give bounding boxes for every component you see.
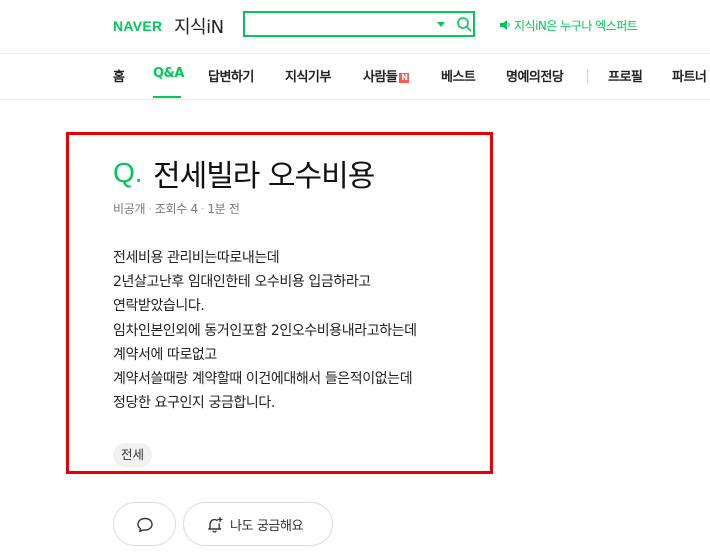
nav-item-donation[interactable]: 지식기부: [285, 66, 331, 85]
nav-item-qna[interactable]: Q&A: [153, 66, 184, 81]
comment-icon: [137, 517, 153, 532]
view-count: 조회수 4: [154, 202, 198, 216]
nav-item-hall-of-fame[interactable]: 명예의전당: [506, 66, 564, 85]
top-header: NAVER 지식iN 지식iN은 누구나 엑스퍼트: [0, 0, 710, 52]
me-too-curious-button[interactable]: 나도 궁금해요: [183, 502, 333, 546]
nav-item-people[interactable]: 사람들 N: [363, 66, 410, 85]
me-too-curious-label: 나도 궁금해요: [230, 519, 304, 534]
active-tab-indicator: [153, 96, 181, 98]
search-box: [243, 11, 475, 37]
bell-plus-icon: [208, 516, 223, 533]
question-body-line: 임차인본인외에 동거인포함 2인오수비용내라고하는데: [113, 322, 417, 339]
new-badge: N: [399, 73, 410, 83]
nav-item-profile[interactable]: 프로필: [608, 66, 643, 85]
question-body-line: 정당한 요구인지 궁금합니다.: [113, 395, 275, 412]
question-meta: 비공개 · 조회수 4 · 1분 전: [113, 200, 240, 217]
chevron-down-icon[interactable]: [437, 22, 445, 27]
notice-text: 지식iN은 누구나 엑스퍼트: [514, 19, 638, 33]
question-mark-label: Q.: [113, 157, 143, 188]
expert-notice-link[interactable]: 지식iN은 누구나 엑스퍼트: [499, 17, 638, 34]
nav-item-home[interactable]: 홈: [113, 66, 125, 85]
nav-item-answer[interactable]: 답변하기: [208, 66, 254, 85]
tag-chip[interactable]: 전세: [113, 443, 153, 467]
search-input[interactable]: [249, 15, 433, 35]
naver-logo[interactable]: NAVER: [113, 18, 162, 34]
posted-time: 1분 전: [207, 202, 240, 216]
speaker-icon: [500, 20, 510, 30]
question-body-line: 전세비용 관리비는따로내는데: [113, 250, 280, 266]
question-title: 전세빌라 오수비용: [153, 159, 375, 194]
nav-separator: [587, 69, 588, 84]
question-body-line: 계약서쓸때랑 계약할때 이건에대해서 들은적이없는데: [113, 371, 413, 388]
nav-item-people-label: 사람들: [363, 70, 398, 85]
question-body-line: 계약서에 따로없고: [113, 346, 217, 363]
question-body: 전세비용 관리비는따로내는데 2년살고난후 임대인한테 오수비용 입금하라고 연…: [113, 246, 493, 415]
nav-divider: [0, 99, 710, 100]
visibility-label: 비공개: [113, 202, 146, 216]
nav-item-best[interactable]: 베스트: [441, 66, 476, 85]
question-body-line: 연락받았습니다.: [113, 298, 205, 315]
nav-item-partner[interactable]: 파트너: [672, 66, 707, 85]
meta-separator: ·: [200, 202, 205, 216]
comment-button[interactable]: [113, 502, 176, 546]
main-nav: 홈 Q&A 답변하기 지식기부 사람들 N 베스트 명예의전당 프로필 파트너: [0, 54, 710, 99]
question-body-line: 2년살고난후 임대인한테 오수비용 입금하라고: [113, 274, 371, 291]
jisik-in-logo[interactable]: 지식iN: [174, 13, 224, 39]
search-icon[interactable]: [456, 16, 472, 32]
meta-separator: ·: [148, 202, 152, 216]
